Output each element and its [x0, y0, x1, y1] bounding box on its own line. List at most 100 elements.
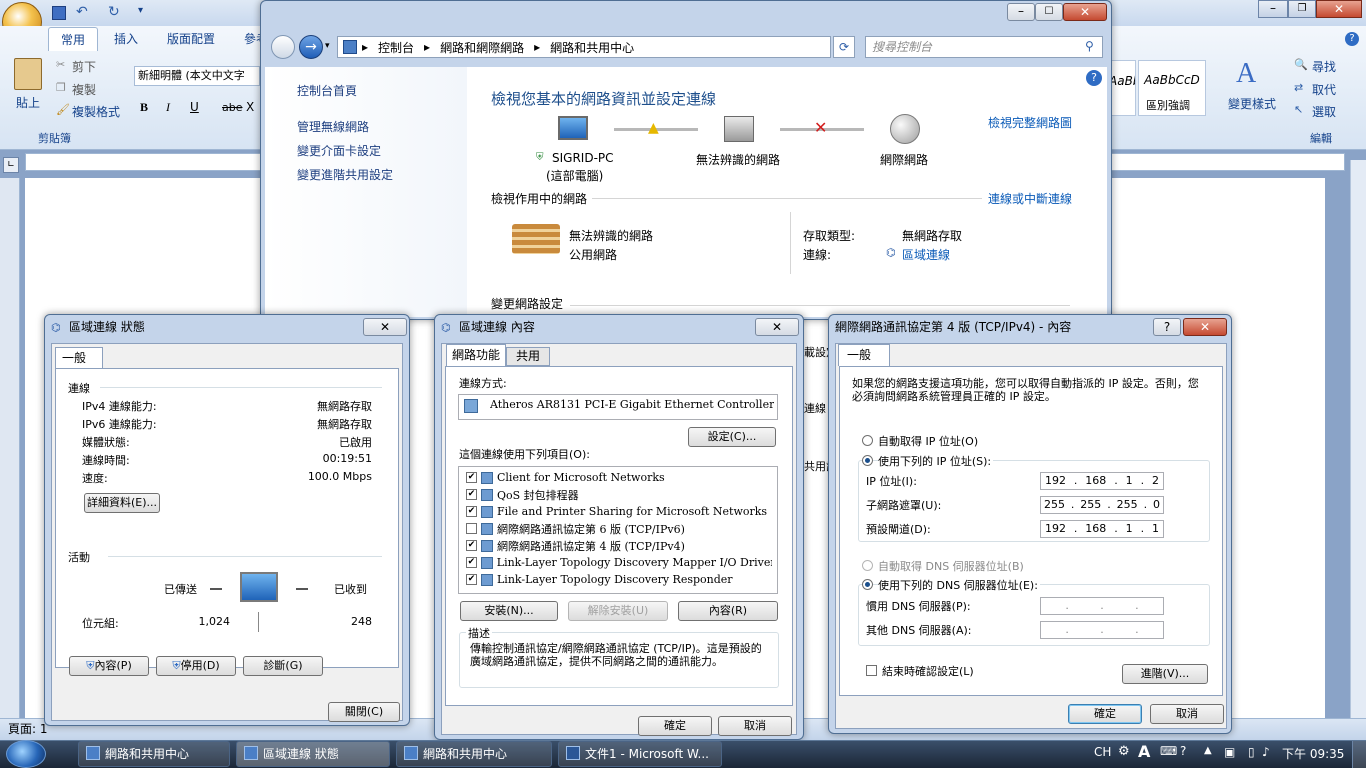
change-styles-button[interactable]: 變更樣式	[1228, 95, 1276, 112]
customize-qat-icon[interactable]: ▾	[138, 5, 143, 16]
tab-insert[interactable]: 插入	[102, 27, 150, 51]
ipv4-help-button[interactable]: ?	[1153, 318, 1181, 336]
sidebar-item-manage-wireless[interactable]: 管理無線網路	[297, 118, 369, 135]
disable-button[interactable]: ⛨停用(D)	[156, 656, 236, 676]
alternate-dns-input[interactable]: . . .	[1040, 621, 1164, 639]
format-painter-icon[interactable]: 🖌	[56, 103, 70, 116]
properties-cancel-button[interactable]: 取消	[718, 716, 792, 736]
bold-button[interactable]: B	[140, 100, 148, 115]
language-indicator[interactable]: CH	[1094, 745, 1111, 759]
nc-close-button[interactable]: ✕	[1063, 3, 1107, 21]
item-checkbox[interactable]: ✔	[466, 557, 477, 568]
ipv4-cancel-button[interactable]: 取消	[1150, 704, 1224, 724]
sidebar-item-advanced-sharing[interactable]: 變更進階共用設定	[297, 166, 393, 183]
view-full-map-link[interactable]: 檢視完整網路圖	[988, 114, 1072, 131]
auto-dns-radio[interactable]	[862, 560, 873, 571]
diagnose-button[interactable]: 診斷(G)	[243, 656, 323, 676]
keyboard-icon[interactable]: ⌨	[1160, 744, 1177, 758]
tab-sharing[interactable]: 共用	[506, 347, 550, 366]
taskbar-item-word[interactable]: 文件1 - Microsoft W...	[558, 741, 722, 767]
find-icon[interactable]: 🔍	[1294, 58, 1308, 71]
copy-icon[interactable]: ❐	[56, 81, 66, 94]
save-icon[interactable]	[52, 6, 66, 20]
status-properties-button[interactable]: ⛨內容(P)	[69, 656, 149, 676]
tab-home[interactable]: 常用	[48, 27, 99, 51]
preferred-dns-input[interactable]: . . .	[1040, 597, 1164, 615]
status-dialog-close-button[interactable]: ✕	[363, 318, 407, 336]
ipv4-close-button[interactable]: ✕	[1183, 318, 1227, 336]
refresh-button[interactable]: ⟳	[833, 36, 855, 58]
validate-checkbox[interactable]	[866, 665, 877, 676]
replace-icon[interactable]: ⇄	[1294, 81, 1303, 94]
ime-icon[interactable]: ⚙	[1118, 744, 1130, 759]
nc-maximize-button[interactable]: ☐	[1035, 3, 1063, 21]
nc-help-icon[interactable]: ?	[1086, 70, 1102, 86]
breadcrumb-network-internet[interactable]: 網路和網際網路	[440, 39, 524, 56]
search-icon[interactable]: ⚲	[1085, 39, 1094, 53]
italic-button[interactable]: I	[166, 100, 170, 115]
list-item[interactable]: ✔ Link-Layer Topology Discovery Responder	[466, 572, 772, 587]
status-close-button[interactable]: 關閉(C)	[328, 702, 400, 722]
sidebar-item-control-panel-home[interactable]: 控制台首頁	[297, 82, 357, 99]
manual-dns-radio[interactable]	[862, 579, 873, 590]
forward-button[interactable]: →	[299, 35, 323, 59]
undo-icon[interactable]: ↶	[76, 4, 88, 20]
ruler-toggle-icon[interactable]: ∟	[3, 157, 19, 173]
subnet-mask-input[interactable]: 255. 255. 255. 0	[1040, 496, 1164, 514]
help-icon[interactable]: ?	[1345, 32, 1359, 46]
font-size-icon[interactable]: A	[1138, 742, 1150, 761]
replace-button[interactable]: 取代	[1312, 81, 1336, 98]
item-checkbox[interactable]	[466, 523, 477, 534]
active-network-type[interactable]: 公用網路	[569, 246, 617, 263]
sidebar-item-adapter-settings[interactable]: 變更介面卡設定	[297, 142, 381, 159]
install-button[interactable]: 安裝(N)...	[460, 601, 558, 621]
start-button[interactable]	[6, 740, 46, 768]
select-button[interactable]: 選取	[1312, 103, 1336, 120]
list-item[interactable]: ✔ Client for Microsoft Networks	[466, 470, 772, 485]
uninstall-button[interactable]: 解除安裝(U)	[568, 601, 668, 621]
list-item[interactable]: ✔ File and Printer Sharing for Microsoft …	[466, 504, 772, 519]
details-button[interactable]: 詳細資料(E)...	[84, 493, 160, 513]
auto-ip-radio[interactable]	[862, 435, 873, 446]
status-tab-general[interactable]: 一般	[55, 347, 103, 369]
tab-networking[interactable]: 網路功能	[446, 344, 506, 366]
advanced-button[interactable]: 進階(V)...	[1122, 664, 1208, 684]
item-checkbox[interactable]: ✔	[466, 489, 477, 500]
cut-icon[interactable]: ✂	[56, 58, 65, 71]
tray-arrow-icon[interactable]: ▲	[1204, 745, 1212, 756]
item-checkbox[interactable]: ✔	[466, 540, 477, 551]
search-input[interactable]: 搜尋控制台	[865, 36, 1103, 58]
list-item[interactable]: ✔ QoS 封包排程器	[466, 487, 772, 502]
back-button[interactable]	[271, 35, 295, 59]
help-tray-icon[interactable]: ?	[1180, 744, 1186, 758]
list-item[interactable]: ✔ Link-Layer Topology Discovery Mapper I/…	[466, 555, 772, 570]
subscript-button[interactable]: X	[246, 100, 254, 114]
underline-button[interactable]: U	[190, 100, 199, 114]
change-styles-icon[interactable]: A	[1236, 58, 1256, 90]
word-close-button[interactable]: ✕	[1316, 0, 1362, 18]
item-checkbox[interactable]: ✔	[466, 574, 477, 585]
font-name-box[interactable]: 新細明體 (本文中文字	[134, 66, 260, 86]
volume-tray-icon[interactable]: ♪	[1262, 745, 1270, 759]
ipv4-tab-general[interactable]: 一般	[838, 344, 890, 366]
paste-button[interactable]: 貼上	[16, 94, 40, 111]
battery-tray-icon[interactable]: ▯	[1248, 745, 1255, 759]
properties-dialog-close-button[interactable]: ✕	[755, 318, 799, 336]
copy-button[interactable]: 複製	[72, 81, 96, 98]
connection-link[interactable]: 區域連線	[902, 246, 950, 263]
strikethrough-button[interactable]: abe	[222, 101, 243, 114]
taskbar-item-network-center-1[interactable]: 網路和共用中心	[78, 741, 230, 767]
item-checkbox[interactable]: ✔	[466, 472, 477, 483]
network-tray-icon[interactable]: ▣	[1224, 745, 1235, 759]
show-desktop-button[interactable]	[1352, 741, 1366, 768]
tab-page-layout[interactable]: 版面配置	[155, 27, 227, 51]
format-painter-button[interactable]: 複製格式	[72, 103, 120, 120]
item-checkbox[interactable]: ✔	[466, 506, 477, 517]
select-icon[interactable]: ↖	[1294, 103, 1303, 116]
configure-button[interactable]: 設定(C)...	[688, 427, 776, 447]
connect-disconnect-link[interactable]: 連線或中斷連線	[988, 190, 1072, 207]
taskbar-item-network-center-2[interactable]: 網路和共用中心	[396, 741, 552, 767]
breadcrumb-control-panel[interactable]: 控制台	[378, 39, 414, 56]
word-minimize-button[interactable]: –	[1258, 0, 1288, 18]
taskbar-item-connection-status[interactable]: 區域連線 狀態	[236, 741, 390, 767]
